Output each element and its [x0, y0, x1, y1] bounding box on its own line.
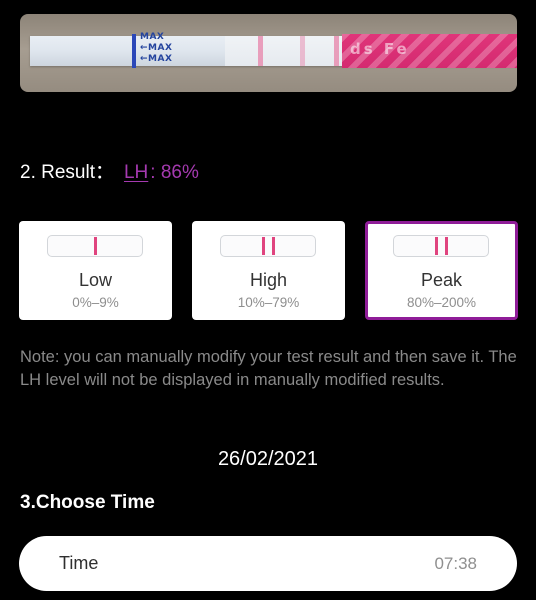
- option-range: 0%–9%: [72, 295, 119, 310]
- option-title: High: [249, 270, 288, 290]
- option-range: 80%–200%: [406, 295, 477, 310]
- strip-indicator-icon: [393, 235, 489, 257]
- test-line: [334, 36, 339, 66]
- indicator-line: [272, 237, 275, 255]
- option-low-card[interactable]: Low 0%–9%: [19, 221, 172, 320]
- faint-line: [300, 36, 305, 66]
- time-field-value: 07:38: [434, 554, 477, 573]
- lh-link[interactable]: LH: [124, 162, 148, 183]
- strip-blue-marker: [132, 34, 136, 68]
- strip-result-window: [225, 36, 343, 66]
- manual-modify-note: Note: you can manually modify your test …: [20, 348, 517, 389]
- result-label: 2. Result：: [20, 162, 114, 183]
- strip-indicator-icon: [220, 235, 316, 257]
- option-peak-card[interactable]: Peak 80%–200%: [365, 221, 518, 320]
- test-date: 26/02/2021: [217, 448, 319, 470]
- test-strip-photo: MAX ←MAX ←MAX ds Fe: [20, 14, 517, 92]
- indicator-line: [94, 237, 97, 255]
- indicator-line: [262, 237, 265, 255]
- option-range: 10%–79%: [237, 295, 300, 310]
- time-picker-field[interactable]: Time 07:38: [19, 536, 517, 591]
- strip-max-marking: MAX ←MAX ←MAX: [140, 32, 173, 64]
- strip-indicator-icon: [47, 235, 143, 257]
- option-title: Low: [78, 270, 113, 290]
- choose-time-heading: 3.Choose Time: [20, 492, 155, 513]
- option-high-card[interactable]: High 10%–79%: [192, 221, 345, 320]
- indicator-line: [435, 237, 438, 255]
- strip-handle-text: ds Fe: [350, 40, 410, 58]
- lh-percentage: : 86%: [150, 162, 199, 183]
- result-row: 2. Result： LH: 86%: [20, 160, 199, 186]
- control-line: [258, 36, 263, 66]
- time-field-label: Time: [59, 553, 99, 573]
- option-title: Peak: [420, 270, 463, 290]
- indicator-line: [445, 237, 448, 255]
